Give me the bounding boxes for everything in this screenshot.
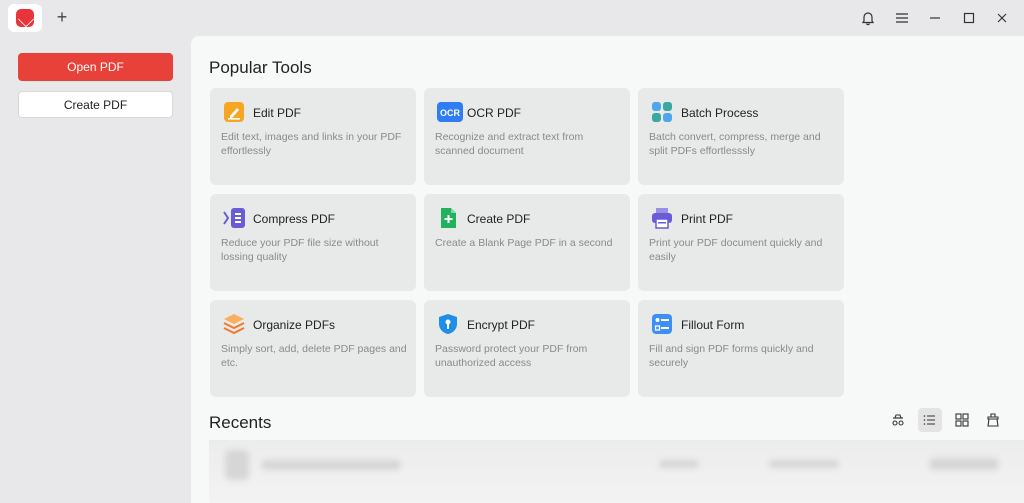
tool-title: Fillout Form: [681, 318, 745, 332]
new-tab-button[interactable]: +: [53, 8, 71, 26]
tool-title: Encrypt PDF: [467, 318, 536, 332]
tool-title: Create PDF: [467, 212, 531, 226]
tool-card-batch-process[interactable]: Batch Process Batch convert, compress, m…: [638, 88, 844, 185]
maximize-icon[interactable]: [958, 7, 980, 29]
tool-card-create-pdf[interactable]: Create PDF Create a Blank Page PDF in a …: [424, 194, 630, 291]
edit-pdf-icon: [223, 101, 245, 123]
ocr-icon: OCR: [437, 101, 463, 123]
popular-tools-heading: Popular Tools: [209, 58, 312, 77]
tool-title: OCR PDF: [467, 106, 521, 120]
file-size-placeholder: [659, 460, 699, 468]
tool-description: Edit text, images and links in your PDF …: [221, 131, 402, 157]
tool-title: Edit PDF: [253, 106, 302, 120]
tool-description: Batch convert, compress, merge and split…: [649, 131, 821, 157]
menu-icon[interactable]: [891, 7, 913, 29]
tool-description: Fill and sign PDF forms quickly and secu…: [649, 343, 814, 369]
encrypt-icon: [437, 313, 459, 335]
close-icon[interactable]: [991, 7, 1013, 29]
tool-card-edit-pdf[interactable]: Edit PDF Edit text, images and links in …: [210, 88, 416, 185]
tool-card-compress-pdf[interactable]: Compress PDF Reduce your PDF file size w…: [210, 194, 416, 291]
tool-title: Organize PDFs: [253, 318, 336, 332]
tool-card-ocr-pdf[interactable]: OCR OCR PDF Recognize and extract text f…: [424, 88, 630, 185]
app-logo-icon: [16, 9, 34, 27]
compress-icon: [223, 207, 245, 229]
incognito-view-icon[interactable]: [886, 408, 910, 432]
tool-description: Reduce your PDF file size without lossin…: [221, 237, 379, 263]
tool-description: Simply sort, add, delete PDF pages and e…: [221, 343, 407, 369]
tool-description: Print your PDF document quickly and easi…: [649, 237, 823, 263]
svg-text:OCR: OCR: [440, 108, 461, 118]
tool-description: Create a Blank Page PDF in a second: [435, 237, 613, 249]
clear-recents-icon[interactable]: [981, 408, 1005, 432]
recent-file-row[interactable]: [209, 440, 1024, 503]
organize-icon: [223, 313, 245, 335]
tool-description: Recognize and extract text from scanned …: [435, 131, 584, 157]
notification-bell-icon[interactable]: [857, 7, 879, 29]
minimize-icon[interactable]: [924, 7, 946, 29]
form-icon: [651, 313, 673, 335]
tool-description: Password protect your PDF from unauthori…: [435, 343, 588, 369]
title-bar: +: [0, 0, 1024, 36]
batch-icon: [651, 101, 673, 123]
file-name-placeholder: [261, 460, 401, 470]
tool-card-fillout-form[interactable]: Fillout Form Fill and sign PDF forms qui…: [638, 300, 844, 397]
file-thumbnail: [225, 450, 249, 480]
file-date-placeholder: [769, 460, 839, 468]
main-panel: Popular Tools Edit PDF Edit text, images…: [191, 36, 1024, 503]
tool-card-encrypt-pdf[interactable]: Encrypt PDF Password protect your PDF fr…: [424, 300, 630, 397]
tool-card-print-pdf[interactable]: Print PDF Print your PDF document quickl…: [638, 194, 844, 291]
tool-card-organize-pdfs[interactable]: Organize PDFs Simply sort, add, delete P…: [210, 300, 416, 397]
app-home-tab[interactable]: [8, 4, 42, 32]
create-pdf-icon: [437, 207, 459, 229]
tool-title: Compress PDF: [253, 212, 336, 226]
file-actions-placeholder: [929, 458, 999, 470]
recents-heading: Recents: [209, 413, 272, 432]
sidebar: Open PDF Create PDF: [0, 36, 191, 503]
list-view-icon[interactable]: [918, 408, 942, 432]
create-pdf-button[interactable]: Create PDF: [18, 91, 173, 118]
open-pdf-button[interactable]: Open PDF: [18, 53, 173, 81]
print-icon: [651, 207, 673, 229]
tool-title: Print PDF: [681, 212, 734, 226]
grid-view-icon[interactable]: [950, 408, 974, 432]
tool-title: Batch Process: [681, 106, 759, 120]
